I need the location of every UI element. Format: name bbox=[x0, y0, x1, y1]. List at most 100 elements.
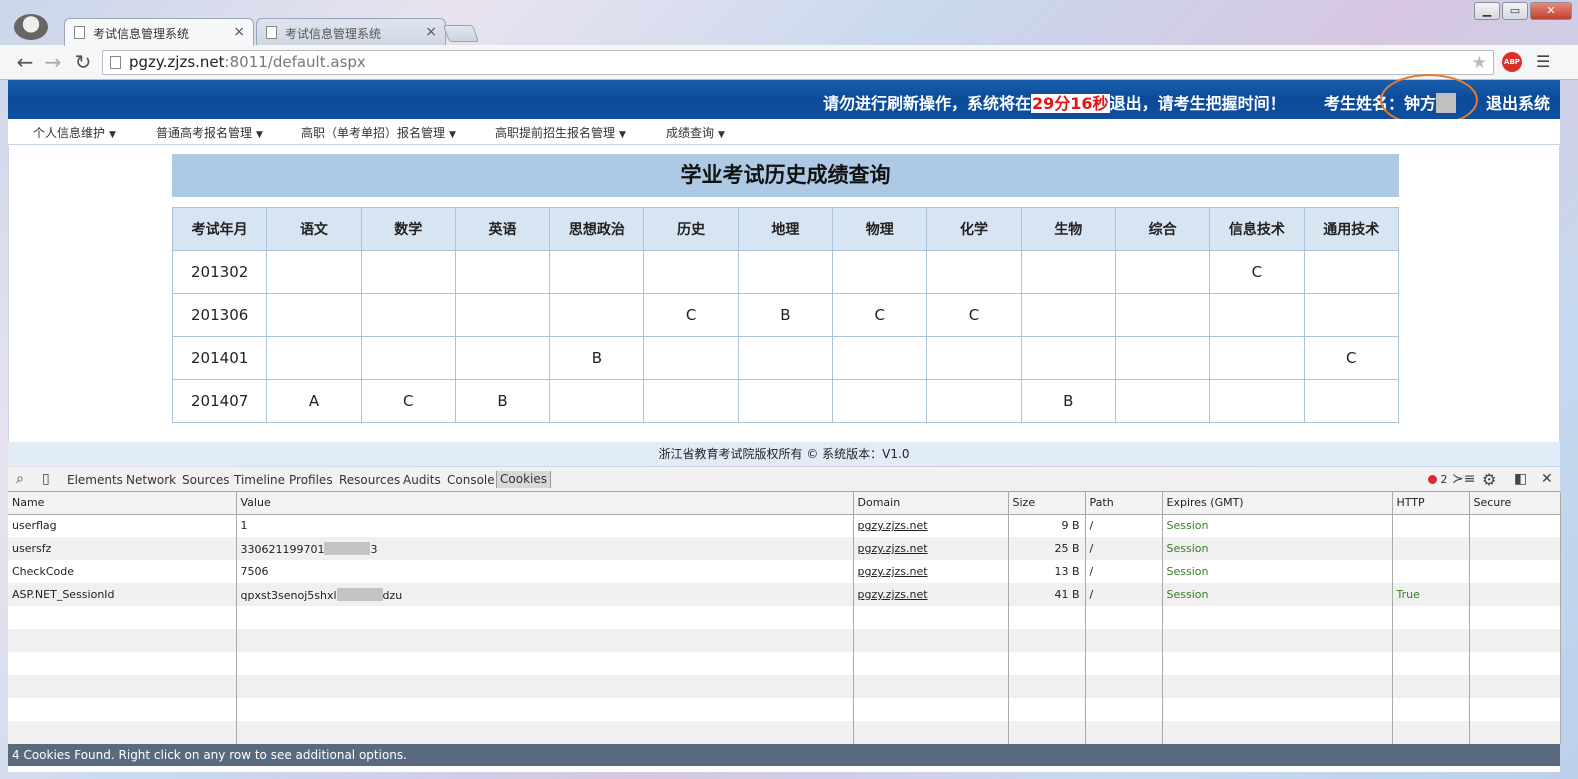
bookmark-star-icon[interactable]: ★ bbox=[1472, 52, 1487, 75]
grade-cell bbox=[737, 250, 834, 294]
tab-profiles[interactable]: Profiles bbox=[289, 473, 333, 487]
column-header: 数学 bbox=[360, 207, 456, 251]
cookie-value-cell bbox=[236, 675, 854, 698]
cookie-value-text: 7506 bbox=[240, 565, 269, 578]
tab-elements[interactable]: Elements bbox=[67, 473, 123, 487]
column-header[interactable]: HTTP bbox=[1392, 492, 1470, 515]
cookie-path-cell bbox=[1085, 606, 1163, 629]
grade-cell bbox=[266, 293, 362, 337]
column-header[interactable]: Path bbox=[1085, 492, 1163, 515]
cookie-value-cell bbox=[236, 652, 854, 675]
column-header: 历史 bbox=[643, 207, 739, 251]
cookie-path-cell bbox=[1085, 698, 1163, 721]
table-row[interactable]: ASP.NET_SessionId qpxst3senoj5shxl dzu pgzy… bbox=[8, 583, 1561, 606]
device-mode-icon[interactable]: ▯ bbox=[42, 471, 50, 487]
cookie-path-cell bbox=[1085, 652, 1163, 675]
cookie-expires-cell bbox=[1162, 698, 1393, 721]
minimize-button[interactable]: ▁ bbox=[1474, 2, 1500, 20]
grade-cell bbox=[643, 250, 739, 294]
table-row: 201306 C B C C bbox=[171, 293, 1400, 337]
back-arrow-icon[interactable]: ← bbox=[14, 51, 36, 73]
table-row[interactable]: CheckCode 7506 pgzy.zjzs.net 13 B / Session bbox=[8, 560, 1561, 583]
cookie-value-text: 330621199701 bbox=[240, 542, 325, 556]
cookie-value-cell bbox=[236, 721, 854, 744]
logout-button[interactable]: 退出系统 bbox=[1486, 90, 1550, 114]
tab-timeline[interactable]: Timeline bbox=[234, 473, 285, 487]
address-bar[interactable]: pgzy.zjzs.net:8011/default.aspx ★ bbox=[102, 50, 1494, 75]
console-drawer-icon[interactable]: ≻≡ bbox=[1452, 471, 1475, 487]
nav-item-vocational[interactable]: 高职（单考单招）报名管理 ▼ bbox=[301, 124, 456, 141]
column-header[interactable]: Value bbox=[236, 492, 854, 515]
grade-cell bbox=[1209, 293, 1305, 337]
exam-date-cell: 201401 bbox=[171, 336, 268, 380]
nav-label: 普通高考报名管理 bbox=[156, 126, 253, 140]
close-tab-icon[interactable]: × bbox=[233, 24, 245, 40]
cookie-path-cell: / bbox=[1085, 537, 1163, 560]
cookie-domain-cell bbox=[853, 652, 1009, 675]
empty-row bbox=[8, 721, 1561, 744]
caret-down-icon: ▼ bbox=[449, 130, 456, 140]
adblock-icon[interactable]: ABP bbox=[1502, 52, 1522, 72]
grade-cell: A bbox=[266, 379, 362, 423]
browser-window: 考试信息管理系统 × 考试信息管理系统 × ▁ ▭ ✕ ← → ↻ pgzy.z… bbox=[0, 0, 1578, 779]
nav-item-personal-info[interactable]: 个人信息维护 ▼ bbox=[33, 124, 116, 141]
cookie-size-cell bbox=[1008, 606, 1086, 629]
tab-cookies[interactable]: Cookies bbox=[496, 471, 551, 488]
tab-inactive[interactable]: 考试信息管理系统 × bbox=[256, 18, 446, 46]
grade-cell: C bbox=[643, 293, 739, 337]
nav-item-score-query[interactable]: 成绩查询 ▼ bbox=[666, 124, 725, 141]
grade-cell: B bbox=[1020, 379, 1116, 423]
column-header[interactable]: Name bbox=[8, 492, 237, 515]
new-tab-button[interactable] bbox=[442, 25, 480, 42]
tab-title: 考试信息管理系统 bbox=[93, 27, 190, 41]
url-path: :8011/default.aspx bbox=[224, 53, 366, 71]
column-header[interactable]: Secure bbox=[1469, 492, 1561, 515]
grade-cell bbox=[1303, 293, 1400, 337]
cookie-domain-cell bbox=[853, 698, 1009, 721]
tab-active[interactable]: 考试信息管理系统 × bbox=[64, 18, 254, 46]
cookie-value-cell bbox=[236, 629, 854, 652]
tab-sources[interactable]: Sources bbox=[182, 473, 229, 487]
cookie-name-cell bbox=[8, 698, 237, 721]
nav-item-gaokao[interactable]: 普通高考报名管理 ▼ bbox=[156, 124, 263, 141]
reload-icon[interactable]: ↻ bbox=[72, 51, 94, 73]
scores-table: 考试年月 语文 数学 英语 思想政治 历史 地理 物理 化学 生物 综合 信息技术 通用技术 20130… bbox=[171, 207, 1400, 423]
column-header: 信息技术 bbox=[1209, 207, 1305, 251]
cookie-http-cell: True bbox=[1392, 583, 1470, 606]
column-header[interactable]: Domain bbox=[853, 492, 1009, 515]
cookie-expires-cell bbox=[1162, 675, 1393, 698]
grade-cell bbox=[266, 336, 362, 380]
grade-cell bbox=[454, 336, 551, 380]
scores-body: 201302 C 201306 C B C C 201401 B C 201407 A C B B bbox=[171, 250, 1400, 423]
column-header[interactable]: Size bbox=[1008, 492, 1086, 515]
caret-down-icon: ▼ bbox=[109, 130, 116, 140]
search-icon[interactable]: ⌕ bbox=[16, 471, 24, 487]
close-window-button[interactable]: ✕ bbox=[1530, 2, 1572, 20]
tab-audits[interactable]: Audits bbox=[403, 473, 441, 487]
cookie-expires-cell bbox=[1162, 721, 1393, 744]
cookie-value-cell: 7506 bbox=[236, 560, 854, 583]
cookie-name-cell: CheckCode bbox=[8, 560, 237, 583]
grade-cell: C bbox=[1303, 336, 1400, 380]
cookie-value-cell: 1 bbox=[236, 514, 854, 537]
error-counter[interactable]: 2 bbox=[1428, 473, 1448, 486]
maximize-button[interactable]: ▭ bbox=[1502, 2, 1528, 20]
grade-cell: C bbox=[360, 379, 456, 423]
cookie-secure-cell bbox=[1469, 721, 1561, 744]
settings-gear-icon[interactable]: ⚙ bbox=[1482, 470, 1496, 489]
tab-network[interactable]: Network bbox=[126, 473, 176, 487]
nav-item-early-admission[interactable]: 高职提前招生报名管理 ▼ bbox=[495, 124, 626, 141]
close-devtools-icon[interactable]: ✕ bbox=[1541, 471, 1553, 487]
cookie-size-cell bbox=[1008, 698, 1086, 721]
tab-resources[interactable]: Resources bbox=[339, 473, 400, 487]
forward-arrow-icon[interactable]: → bbox=[42, 51, 64, 73]
table-row[interactable]: userflag 1 pgzy.zjzs.net 9 B / Session bbox=[8, 514, 1561, 537]
cookie-path-cell: / bbox=[1085, 560, 1163, 583]
dock-side-icon[interactable]: ◧ bbox=[1514, 471, 1527, 487]
close-tab-icon[interactable]: × bbox=[425, 24, 437, 40]
column-header[interactable]: Expires (GMT) bbox=[1162, 492, 1393, 515]
tab-console[interactable]: Console bbox=[447, 473, 495, 487]
table-row[interactable]: usersfz 330621199701 3 pgzy.zjzs.net 25 B / Se… bbox=[8, 537, 1561, 560]
grade-cell: B bbox=[737, 293, 834, 337]
menu-icon[interactable]: ☰ bbox=[1536, 53, 1552, 71]
